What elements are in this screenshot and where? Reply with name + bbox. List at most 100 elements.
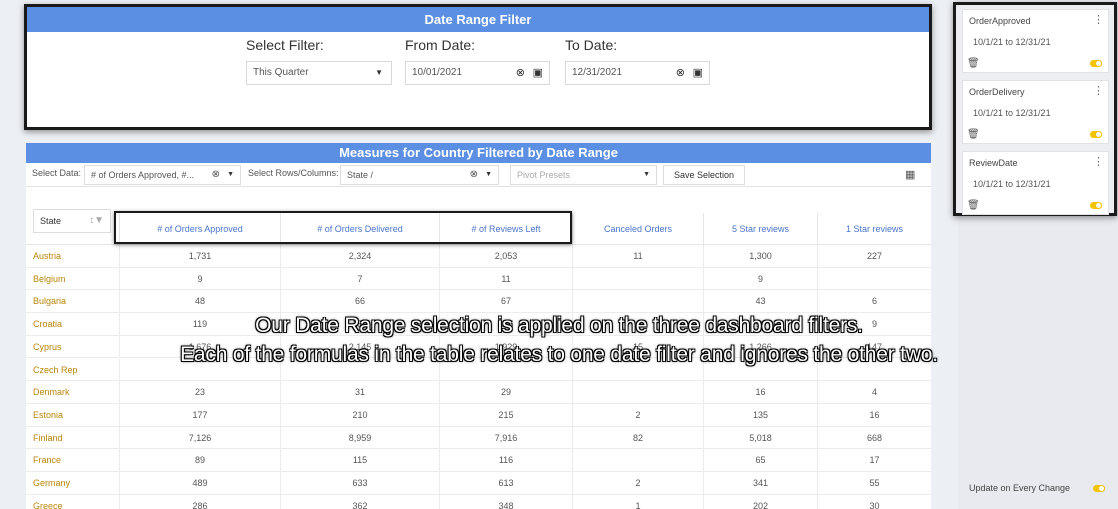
- select-data-dropdown[interactable]: # of Orders Approved, #... ⊗ ▼: [84, 165, 241, 185]
- select-filter-label: Select Filter:: [246, 37, 324, 53]
- table-cell: 177: [119, 403, 280, 426]
- rows-columns-dropdown[interactable]: State / ⊗ ▼: [340, 165, 499, 185]
- pivot-presets-value: Pivot Presets: [517, 170, 571, 180]
- dashboard-filters-box: OrderApproved ⋮ 10/1/21 to 12/31/21 🗑 Or…: [953, 2, 1117, 216]
- chevron-down-icon: ▼: [375, 68, 383, 77]
- table-row: Bulgaria 48 66 67 43 6: [26, 290, 931, 314]
- rows-columns-value: State /: [347, 170, 374, 180]
- table-cell: 348: [439, 494, 572, 509]
- chevron-down-icon: ▼: [227, 171, 234, 178]
- table-cell: 116: [439, 449, 572, 472]
- filter-card-review-date[interactable]: ReviewDate ⋮ 10/1/21 to 12/31/21 🗑: [962, 151, 1109, 215]
- state-header-label: State: [40, 216, 62, 226]
- from-date-input[interactable]: 10/01/2021 ⊗ ▣: [405, 61, 550, 85]
- date-range-filter-title: Date Range Filter: [27, 7, 929, 32]
- table-cell: 66: [280, 290, 439, 313]
- clear-icon[interactable]: ⊗: [676, 62, 685, 84]
- table-row: Estonia 177 210 215 2 135 16: [26, 403, 931, 427]
- toggle-icon[interactable]: [1093, 485, 1105, 492]
- column-header[interactable]: 5 Star reviews: [703, 213, 817, 245]
- filter-card-order-delivery[interactable]: OrderDelivery ⋮ 10/1/21 to 12/31/21 🗑: [962, 80, 1109, 144]
- row-state: Germany: [33, 478, 71, 488]
- state-sort-header[interactable]: State ↕▼: [33, 209, 111, 233]
- table-cell: 286: [119, 494, 280, 509]
- filter-card-title: OrderApproved: [969, 16, 1031, 26]
- table-cell: 7,126: [119, 426, 280, 449]
- toggle-icon[interactable]: [1090, 202, 1102, 209]
- table-cell: 16: [817, 403, 931, 426]
- select-filter-dropdown[interactable]: This Quarter ▼: [246, 61, 392, 85]
- table-cell: 210: [280, 403, 439, 426]
- table-cell: 613: [439, 472, 572, 494]
- chevron-down-icon: ▼: [643, 171, 650, 178]
- to-date-group: To Date: 12/31/2021 ⊗ ▣: [565, 35, 710, 85]
- table-cell: 1,731: [119, 245, 280, 267]
- table-cell: 48: [119, 290, 280, 313]
- table-cell: 2: [572, 472, 703, 494]
- date-range-filter-panel: Date Range Filter Select Filter: This Qu…: [24, 4, 932, 130]
- select-data-label: Select Data:: [32, 168, 82, 178]
- to-date-input[interactable]: 12/31/2021 ⊗ ▣: [565, 61, 710, 85]
- row-state: Austria: [33, 251, 62, 261]
- trash-icon[interactable]: 🗑: [967, 129, 980, 140]
- sort-icon[interactable]: ↕▼: [89, 210, 104, 232]
- table-cell: [572, 267, 703, 290]
- kebab-menu-icon[interactable]: ⋮: [1093, 84, 1104, 97]
- table-cell: 115: [280, 449, 439, 472]
- kebab-menu-icon[interactable]: ⋮: [1093, 13, 1104, 26]
- select-data-value: # of Orders Approved, #...: [91, 170, 195, 180]
- row-state: Greece: [33, 500, 63, 509]
- chevron-down-icon: ▼: [485, 171, 492, 178]
- table-cell: 17: [817, 449, 931, 472]
- table-cell: 4: [817, 381, 931, 404]
- table-cell: 7: [280, 267, 439, 290]
- table-cell: 43: [703, 290, 817, 313]
- from-date-value: 10/01/2021: [412, 67, 463, 78]
- table-cell: 202: [703, 494, 817, 509]
- pivot-presets-dropdown[interactable]: Pivot Presets ▼: [510, 165, 657, 185]
- table-cell: 16: [703, 381, 817, 404]
- table-row: Denmark 23 31 29 16 4: [26, 381, 931, 404]
- table-cell: [817, 267, 931, 290]
- table-cell: 8,959: [280, 426, 439, 449]
- column-header[interactable]: Canceled Orders: [572, 213, 703, 245]
- table-cell: 11: [439, 267, 572, 290]
- table-cell: 89: [119, 449, 280, 472]
- measures-title: Measures for Country Filtered by Date Ra…: [26, 143, 931, 163]
- table-cell: 135: [703, 403, 817, 426]
- table-cell: 2: [572, 403, 703, 426]
- table-cell: 1: [572, 494, 703, 509]
- update-on-change-label: Update on Every Change: [969, 483, 1071, 493]
- trash-icon[interactable]: 🗑: [967, 58, 980, 69]
- select-filter-group: Select Filter: This Quarter ▼: [246, 35, 392, 85]
- table-cell: 29: [439, 381, 572, 404]
- table-cell: [572, 290, 703, 313]
- table-cell: 362: [280, 494, 439, 509]
- clear-icon[interactable]: ⊗: [516, 62, 525, 84]
- kebab-menu-icon[interactable]: ⋮: [1093, 155, 1104, 168]
- table-cell: 55: [817, 472, 931, 494]
- column-header[interactable]: 1 Star reviews: [817, 213, 931, 245]
- table-cell: 9: [703, 267, 817, 290]
- table-row: Belgium 9 7 11 9: [26, 267, 931, 291]
- filter-card-order-approved[interactable]: OrderApproved ⋮ 10/1/21 to 12/31/21 🗑: [962, 9, 1109, 73]
- calculator-icon[interactable]: ▦: [905, 168, 915, 181]
- table-cell: 5,018: [703, 426, 817, 449]
- row-state: Estonia: [33, 409, 64, 420]
- table-cell: 31: [280, 381, 439, 404]
- clear-icon[interactable]: ⊗: [470, 166, 478, 184]
- table-cell: 668: [817, 426, 931, 449]
- trash-icon[interactable]: 🗑: [967, 200, 980, 211]
- caption-line-2: Each of the formulas in the table relate…: [180, 343, 938, 366]
- save-selection-button[interactable]: Save Selection: [663, 165, 745, 185]
- toggle-icon[interactable]: [1090, 60, 1102, 67]
- clear-icon[interactable]: ⊗: [212, 166, 220, 184]
- calendar-icon[interactable]: ▣: [533, 62, 543, 84]
- from-date-label: From Date:: [405, 37, 476, 53]
- caption-line-1: Our Date Range selection is applied on t…: [255, 314, 863, 337]
- table-cell: [572, 381, 703, 404]
- table-row: Austria 1,731 2,324 2,053 11 1,300 227: [26, 245, 931, 268]
- toggle-icon[interactable]: [1090, 131, 1102, 138]
- table-cell: 341: [703, 472, 817, 494]
- calendar-icon[interactable]: ▣: [693, 62, 703, 84]
